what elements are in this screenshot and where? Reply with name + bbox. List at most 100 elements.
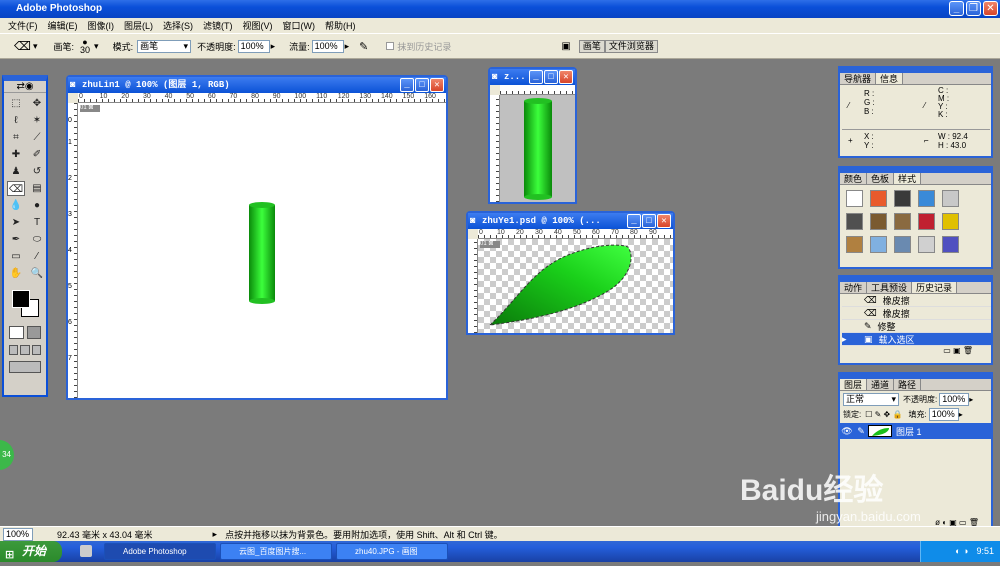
style-swatch[interactable] (846, 236, 863, 253)
brush-tool-icon[interactable]: ✐ (28, 147, 46, 162)
pen-tool-icon[interactable]: ✒ (7, 232, 25, 247)
document-titlebar[interactable]: ◙ zhuLin1 @ 100% (图层 1, RGB) _ □ ✕ (68, 77, 446, 93)
toolbox-header[interactable]: ⇄◉ (4, 81, 46, 93)
style-swatch[interactable] (894, 236, 911, 253)
menu-edit[interactable]: 编辑(E) (43, 19, 83, 32)
document-titlebar[interactable]: ◙ z... _ □ ✕ (490, 69, 575, 85)
menu-help[interactable]: 帮助(H) (320, 19, 361, 32)
slice-tool-icon[interactable]: ⟋ (28, 130, 46, 145)
eye-icon[interactable]: 👁 (840, 426, 854, 437)
jump-to-imageready-icon[interactable] (9, 361, 41, 373)
marquee-tool-icon[interactable]: ⬚ (7, 96, 25, 111)
document-titlebar[interactable]: ◙ zhuYe1.psd @ 100% (... _ □ ✕ (468, 213, 673, 229)
clone-stamp-tool-icon[interactable]: ♟ (7, 164, 25, 179)
brush-link-icon[interactable]: ✎ (854, 426, 868, 437)
standard-mode-icon[interactable] (9, 326, 24, 339)
style-swatch[interactable] (870, 213, 887, 230)
fill-field[interactable]: 100% (928, 407, 959, 421)
tab-navigator[interactable]: 导航器 (840, 73, 877, 84)
brush-dropdown-icon[interactable]: ▾ (94, 41, 99, 52)
move-tool-icon[interactable]: ✥ (28, 96, 46, 111)
tray-icons[interactable]: ◐ ◑ (955, 546, 968, 556)
horizontal-ruler[interactable] (500, 85, 575, 95)
restore-button[interactable]: ❐ (966, 1, 981, 16)
blend-mode-select[interactable]: 正常 ▾ (843, 392, 899, 406)
hand-tool-icon[interactable]: ✋ (7, 266, 25, 281)
screen-mode-3-icon[interactable] (31, 345, 41, 355)
airbrush-icon[interactable]: ✎ (359, 40, 368, 53)
blur-tool-icon[interactable]: 💧 (7, 198, 25, 213)
tab-file-browser[interactable]: 文件浏览器 (604, 39, 658, 53)
vertical-ruler[interactable] (490, 95, 500, 202)
flow-slider-icon[interactable]: ▸ (345, 41, 350, 52)
crop-tool-icon[interactable]: ⌗ (7, 130, 25, 145)
eraser-tool-icon[interactable]: ⌫ (7, 181, 25, 196)
horizontal-ruler[interactable]: 0 10 20 30 40 50 60 70 80 90 (478, 229, 673, 239)
eyedropper-tool-icon[interactable]: ⁄ (28, 249, 46, 264)
mode-select[interactable]: 画笔 ▾ (137, 39, 192, 53)
vertical-ruler[interactable] (468, 239, 478, 333)
style-swatch[interactable] (918, 190, 935, 207)
layer-row[interactable]: 👁 ✎ 图层 1 (840, 423, 991, 439)
doc-close-button[interactable]: ✕ (559, 70, 573, 84)
shape-tool-icon[interactable]: ⬭ (28, 232, 46, 247)
foreground-color[interactable] (12, 290, 30, 308)
menu-window[interactable]: 窗口(W) (278, 19, 321, 32)
style-swatch[interactable] (894, 213, 911, 230)
magic-wand-tool-icon[interactable]: ✶ (28, 113, 46, 128)
erase-to-history-checkbox[interactable] (386, 42, 395, 50)
opacity-slider-icon[interactable]: ▸ (271, 41, 276, 52)
doc-maximize-button[interactable]: □ (415, 78, 429, 92)
doc-maximize-button[interactable]: □ (642, 214, 656, 228)
tab-actions[interactable]: 动作 (840, 282, 868, 293)
quicklaunch-icon[interactable] (80, 545, 92, 557)
history-item[interactable]: ✎ 修整 (842, 320, 991, 333)
tab-brushes[interactable]: 画笔 (578, 39, 605, 53)
quick-mask-icon[interactable] (26, 326, 41, 339)
opacity-field[interactable]: 100% (237, 39, 270, 53)
style-swatch[interactable] (918, 213, 935, 230)
status-arrow-icon[interactable]: ▸ (213, 529, 218, 540)
close-button[interactable]: ✕ (983, 1, 998, 16)
tab-paths[interactable]: 路径 (894, 379, 922, 390)
style-swatch[interactable] (918, 236, 935, 253)
document-window-zhulin1[interactable]: ◙ zhuLin1 @ 100% (图层 1, RGB) _ □ ✕ 0 10 … (66, 75, 448, 400)
zoom-tool-icon[interactable]: 🔍 (28, 266, 46, 281)
document-window-zhuye1[interactable]: ◙ zhuYe1.psd @ 100% (... _ □ ✕ 0 10 20 3… (466, 211, 675, 335)
lasso-tool-icon[interactable]: ℓ (7, 113, 25, 128)
tab-history[interactable]: 历史记录 (912, 282, 958, 293)
taskbar-browser[interactable]: 云图_百度图片搜... (220, 543, 332, 560)
doc-close-button[interactable]: ✕ (657, 214, 671, 228)
style-swatch[interactable] (870, 190, 887, 207)
doc-minimize-button[interactable]: _ (400, 78, 414, 92)
history-item[interactable]: ⌫ 橡皮擦 (842, 307, 991, 320)
menu-select[interactable]: 选择(S) (158, 19, 198, 32)
taskbar-paint[interactable]: zhu40.JPG - 画图 (336, 543, 448, 560)
flow-field[interactable]: 100% (311, 39, 344, 53)
tab-tool-presets[interactable]: 工具预设 (867, 282, 913, 293)
tool-preset-dropdown-icon[interactable]: ▾ (33, 41, 38, 52)
canvas[interactable] (500, 95, 575, 202)
tab-layers[interactable]: 图层 (840, 379, 868, 390)
style-swatch[interactable] (942, 190, 959, 207)
start-button[interactable]: ⊞ 开始 (0, 541, 62, 562)
lock-icons[interactable]: ☐ ✎ ✥ 🔒 (865, 410, 902, 419)
menu-file[interactable]: 文件(F) (3, 19, 43, 32)
vertical-ruler[interactable]: 0 1 2 3 4 5 6 7 (68, 103, 78, 398)
doc-minimize-button[interactable]: _ (529, 70, 543, 84)
tab-channels[interactable]: 通道 (867, 379, 895, 390)
tab-color[interactable]: 颜色 (840, 173, 868, 184)
doc-maximize-button[interactable]: □ (544, 70, 558, 84)
style-swatch[interactable] (846, 213, 863, 230)
palette-well-icon[interactable]: ▣ (561, 41, 570, 52)
style-swatch[interactable] (846, 190, 863, 207)
gradient-tool-icon[interactable]: ▤ (28, 181, 46, 196)
menu-image[interactable]: 图像(I) (83, 19, 120, 32)
dodge-tool-icon[interactable]: ● (28, 198, 46, 213)
history-brush-tool-icon[interactable]: ↺ (28, 164, 46, 179)
history-item-active[interactable]: ▸ ▣ 载入选区 (842, 333, 991, 346)
screen-mode-2-icon[interactable] (20, 345, 30, 355)
taskbar-photoshop[interactable]: Adobe Photoshop (104, 543, 216, 560)
menu-filter[interactable]: 滤镜(T) (198, 19, 238, 32)
canvas[interactable]: 01 ⊠ (78, 103, 446, 398)
